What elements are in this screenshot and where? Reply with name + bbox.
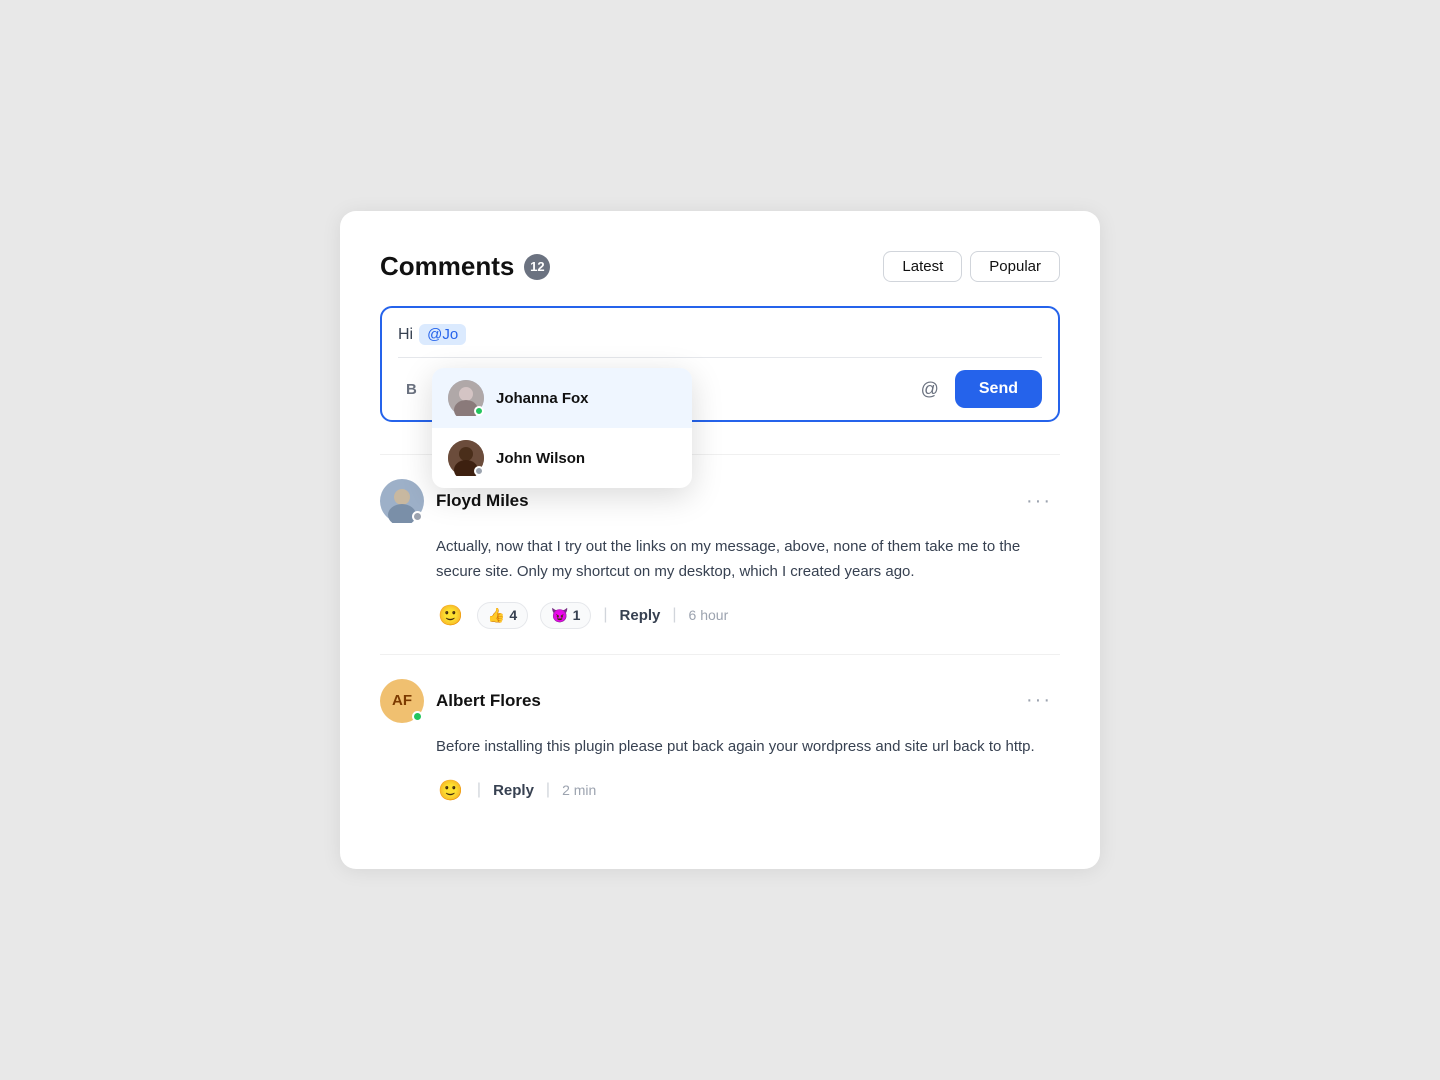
john-avatar [448, 440, 484, 476]
compose-input-line[interactable]: Hi @Jo [398, 324, 1042, 345]
sort-latest-button[interactable]: Latest [883, 251, 962, 282]
comment-1-thumbsup-reaction[interactable]: 👍 4 [477, 602, 528, 629]
albert-name: Albert Flores [436, 691, 541, 711]
johanna-name: Johanna Fox [496, 390, 589, 407]
page-title: Comments [380, 251, 514, 282]
sort-popular-button[interactable]: Popular [970, 251, 1060, 282]
mention-item-john[interactable]: John Wilson [432, 428, 692, 488]
comment-2-more-button[interactable]: ··· [1018, 685, 1060, 716]
mention-item-johanna[interactable]: Johanna Fox [432, 368, 692, 428]
comment-1-devil-reaction[interactable]: 😈 1 [540, 602, 591, 629]
comment-1-text: Actually, now that I try out the links o… [380, 535, 1060, 585]
action-divider-4: | [546, 781, 550, 799]
action-divider-1: | [603, 606, 607, 624]
comment-2: AF Albert Flores ··· Before installing t… [380, 654, 1060, 829]
comment-2-user: AF Albert Flores [380, 679, 541, 723]
mention-dropdown: Johanna Fox John Wilson [432, 368, 692, 488]
header-left: Comments 12 [380, 251, 550, 282]
comment-2-text: Before installing this plugin please put… [380, 735, 1060, 760]
johanna-avatar [448, 380, 484, 416]
comment-1-time: 6 hour [689, 607, 729, 623]
compose-box: Hi @Jo Johanna Fox [380, 306, 1060, 422]
action-divider-3: | [477, 781, 481, 799]
compose-divider [398, 357, 1042, 358]
at-mention-button[interactable]: @ [913, 375, 947, 404]
comment-2-time: 2 min [562, 782, 596, 798]
mention-tag[interactable]: @Jo [419, 324, 466, 345]
action-divider-2: | [672, 606, 676, 624]
comment-1-emoji-button[interactable]: 🙂 [436, 601, 465, 630]
bold-button[interactable]: B [398, 377, 425, 402]
john-name: John Wilson [496, 450, 585, 467]
comment-1-more-button[interactable]: ··· [1018, 486, 1060, 517]
comments-header: Comments 12 Latest Popular [380, 251, 1060, 282]
comment-1-actions: 🙂 👍 4 😈 1 | Reply | 6 hour [380, 601, 1060, 630]
floyd-name: Floyd Miles [436, 491, 529, 511]
comment-count-badge: 12 [524, 254, 550, 280]
thumbsup-count: 4 [509, 607, 517, 623]
devil-emoji: 😈 [551, 607, 568, 624]
albert-status-dot [412, 711, 423, 722]
comment-2-actions: 🙂 | Reply | 2 min [380, 776, 1060, 805]
thumbsup-emoji: 👍 [488, 607, 505, 624]
compose-prefix: Hi [398, 326, 413, 344]
sort-buttons: Latest Popular [883, 251, 1060, 282]
comment-1-reply-button[interactable]: Reply [620, 607, 661, 624]
comment-2-header: AF Albert Flores ··· [380, 679, 1060, 723]
devil-count: 1 [573, 607, 581, 623]
albert-avatar: AF [380, 679, 424, 723]
comments-card: Comments 12 Latest Popular Hi @Jo [340, 211, 1100, 868]
send-button[interactable]: Send [955, 370, 1042, 408]
comment-2-emoji-button[interactable]: 🙂 [436, 776, 465, 805]
floyd-avatar [380, 479, 424, 523]
comment-2-reply-button[interactable]: Reply [493, 782, 534, 799]
